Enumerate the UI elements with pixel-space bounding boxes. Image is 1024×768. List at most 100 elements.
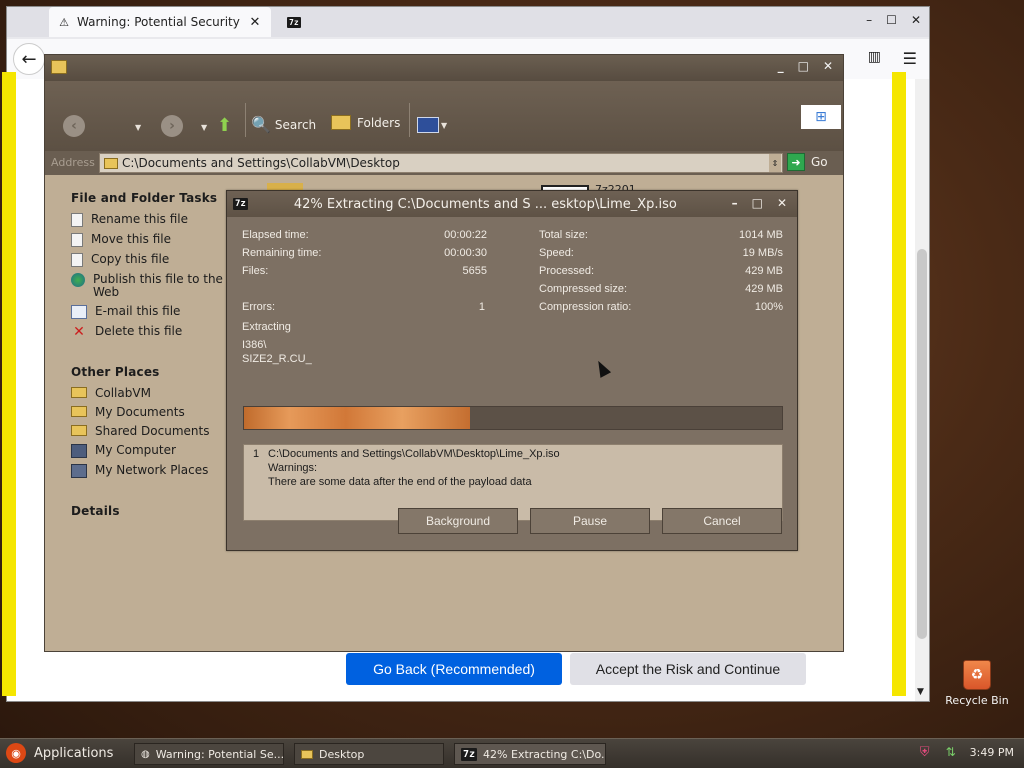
scroll-down-icon[interactable]: ▼ [917,687,924,697]
task-item[interactable]: Shared Documents [71,425,251,438]
views-icon [417,117,439,133]
stat-label: Processed: [539,265,595,277]
explorer-toolbar: ⊞ ‹ ▼ › ▼ ⬆ 🔍 Search Folders ▼ [45,81,843,151]
current-directory: I386\ [242,339,267,351]
delete-icon: ✕ [73,323,85,340]
network-icon[interactable]: ⇅ [944,745,958,759]
warning-stripe-left [2,72,16,696]
back-button[interactable]: ‹ [63,115,85,137]
search-label: Search [274,117,317,132]
progress-fill [244,407,470,429]
folders-button[interactable]: Folders [331,115,400,130]
cancel-button[interactable]: Cancel [662,508,782,534]
stat-value: 429 MB [745,265,783,277]
task-item[interactable]: Publish this file to the Web [71,273,251,299]
task-item[interactable]: CollabVM [71,387,251,400]
security-shield-icon[interactable]: ⛨ [918,745,932,760]
search-button[interactable]: 🔍 Search [251,115,316,134]
stat-value: 1 [478,301,485,313]
other-places-heading[interactable]: Other Places [71,365,251,379]
task-item[interactable]: ✕ Delete this file [71,325,251,339]
address-path: C:\Documents and Settings\CollabVM\Deskt… [122,156,400,170]
forward-button[interactable]: › [161,115,183,137]
rename-icon [71,213,83,227]
details-heading[interactable]: Details [71,504,251,518]
applications-menu[interactable]: ◉ Applications [6,743,113,763]
tab-label: Warning: Potential Security [77,15,240,29]
task-item[interactable]: Copy this file [71,253,251,267]
task-item-label: Delete this file [95,324,183,338]
documents-folder-icon [71,406,87,417]
applications-label: Applications [34,745,114,761]
task-item-label: My Computer [95,443,176,457]
stat-value: 19 MB/s [742,247,783,259]
task-item[interactable]: My Network Places [71,464,251,478]
maximize-icon[interactable]: ☐ [886,13,897,27]
folders-label: Folders [357,115,401,130]
stat-label: Speed: [539,247,574,259]
stat-value: 5655 [462,265,487,277]
taskbar-item-7zip[interactable]: 7z 42% Extracting C:\Do... [454,743,606,765]
stat-value: 00:00:30 [444,247,487,259]
scroll-thumb[interactable] [917,249,927,639]
recycle-bin-label: Recycle Bin [945,694,1009,707]
warning-icon: ⚠ [59,15,69,29]
forward-dropdown-icon[interactable]: ▼ [201,123,207,132]
shared-folder-icon [71,425,87,436]
task-item-label: Copy this file [91,252,170,266]
go-button[interactable]: ➜ Go [787,153,828,171]
taskbar-item-desktop[interactable]: Desktop [294,743,444,765]
task-item[interactable]: My Documents [71,406,251,419]
recycle-bin[interactable]: ♻ Recycle Bin [942,660,1012,707]
taskbar-item-firefox[interactable]: ◍ Warning: Potential Se... [134,743,284,765]
clock[interactable]: 3:49 PM [970,746,1014,759]
back-arrow-icon[interactable]: ← [13,43,45,75]
task-pane: File and Folder Tasks Rename this file Mo… [71,191,251,526]
maximize-icon[interactable]: □ [798,59,809,73]
background-button[interactable]: Background [398,508,518,534]
windows-logo-icon: ⊞ [801,105,841,129]
task-item-label: My Documents [95,405,185,419]
close-icon[interactable]: ✕ [777,196,787,210]
views-button[interactable]: ▼ [417,117,447,133]
firefox-scrollbar[interactable]: ▼ [915,79,929,701]
go-back-button[interactable]: Go Back (Recommended) [346,653,562,685]
task-item[interactable]: Move this file [71,233,251,247]
stat-label: Elapsed time: [242,229,309,241]
stat-value: 1014 MB [738,229,783,241]
address-dropdown-icon[interactable]: ⇕ [769,154,781,172]
tab-security-warning[interactable]: ⚠ Warning: Potential Security ✕ [49,7,271,37]
hamburger-menu-icon[interactable]: ☰ [903,49,917,68]
stat-label: Compression ratio: [539,301,632,313]
file-tasks-heading[interactable]: File and Folder Tasks [71,191,251,205]
message-index: 1 [253,448,260,460]
computer-icon [71,444,87,458]
tab-close-icon[interactable]: ✕ [247,15,263,30]
firefox-icon: ◍ [141,748,150,760]
stat-label: Errors: [242,301,275,313]
system-tray: ⛨ ⇅ 3:49 PM [918,745,1014,760]
warning-stripe-right [892,72,906,696]
tab-7zip[interactable]: 7z [279,7,399,37]
folders-icon [331,115,351,130]
task-item[interactable]: My Computer [71,444,251,458]
taskbar-item-label: 42% Extracting C:\Do... [483,747,606,761]
address-field[interactable]: C:\Documents and Settings\CollabVM\Deskt… [99,153,783,173]
message-text: There are some data after the end of the… [268,476,532,488]
close-icon[interactable]: ✕ [911,13,921,27]
folder-icon [51,60,67,74]
maximize-icon[interactable]: □ [752,196,763,210]
back-dropdown-icon[interactable]: ▼ [135,123,141,132]
minimize-icon[interactable]: _ [778,59,784,73]
task-item[interactable]: E-mail this file [71,305,251,319]
pause-button[interactable]: Pause [530,508,650,534]
up-folder-icon[interactable]: ⬆ [217,115,232,136]
task-item[interactable]: Rename this file [71,213,251,227]
sidebar-icon[interactable]: ▥ [868,49,881,65]
dialog-titlebar: 7z 42% Extracting C:\Documents and S ...… [227,191,797,217]
minimize-icon[interactable]: – [732,196,738,210]
accept-risk-button[interactable]: Accept the Risk and Continue [570,653,806,685]
close-icon[interactable]: ✕ [823,59,833,73]
minimize-icon[interactable]: – [866,13,872,27]
message-lines: C:\Documents and Settings\CollabVM\Deskt… [268,447,560,489]
